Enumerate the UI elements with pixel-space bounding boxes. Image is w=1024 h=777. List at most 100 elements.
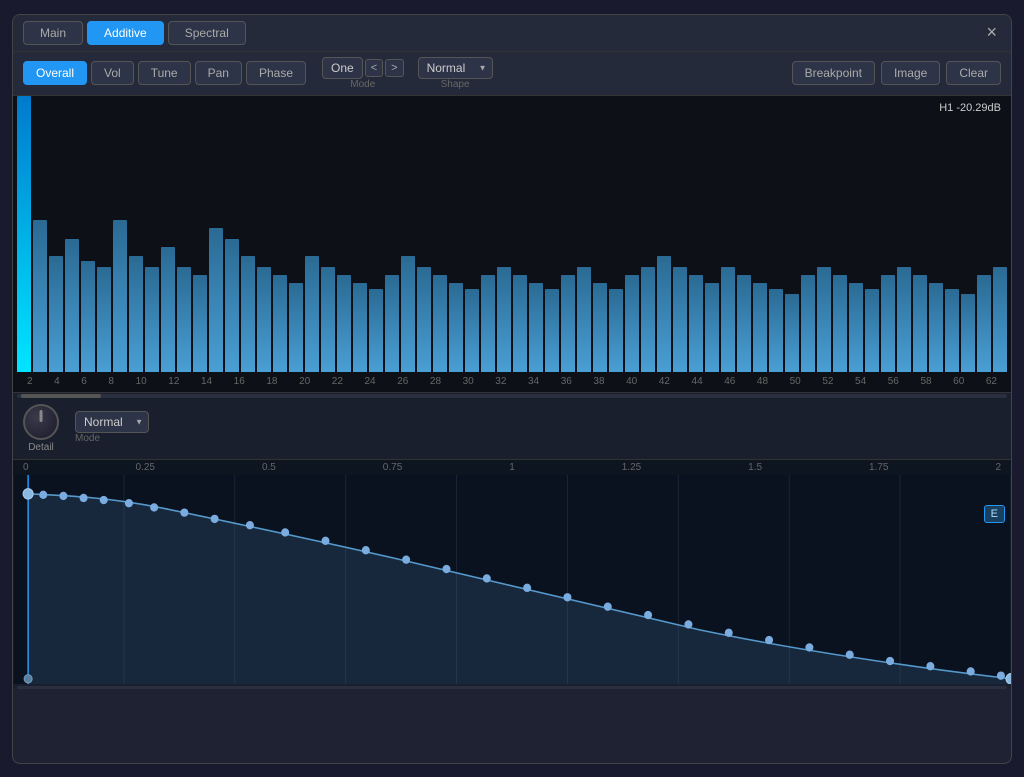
axis-number: 34 [528, 376, 539, 387]
tab-tune[interactable]: Tune [138, 61, 191, 85]
spectrum-bar-25[interactable] [417, 267, 431, 372]
spectrum-bar-52[interactable] [849, 283, 863, 371]
spectrum-bar-33[interactable] [545, 289, 559, 372]
detail-knob[interactable] [23, 404, 59, 440]
spectrum-bar-38[interactable] [625, 275, 639, 372]
spectrum-bar-54[interactable] [881, 275, 895, 372]
spectrum-bar-31[interactable] [513, 275, 527, 372]
axis-number: 16 [234, 376, 245, 387]
axis-number: 38 [593, 376, 604, 387]
spectrum-bar-45[interactable] [737, 275, 751, 372]
tab-phase[interactable]: Phase [246, 61, 306, 85]
spectrum-bar-61[interactable] [993, 267, 1007, 372]
spectrum-bar-36[interactable] [593, 283, 607, 371]
spectrum-canvas[interactable] [13, 96, 1011, 372]
nav-prev-button[interactable]: < [365, 59, 383, 77]
spectrum-bar-50[interactable] [817, 267, 831, 372]
spectrum-bar-39[interactable] [641, 267, 655, 372]
spectrum-bar-20[interactable] [337, 275, 351, 372]
breakpoint-button[interactable]: Breakpoint [792, 61, 875, 85]
tab-vol[interactable]: Vol [91, 61, 134, 85]
spectrum-bar-16[interactable] [273, 275, 287, 372]
spectrum-bar-35[interactable] [577, 267, 591, 372]
spectrum-bar-2[interactable] [49, 256, 63, 372]
clear-button[interactable]: Clear [946, 61, 1001, 85]
spectrum-bar-37[interactable] [609, 289, 623, 372]
axis-number: 2 [27, 376, 33, 387]
envelope-end-label[interactable]: E [984, 505, 1005, 523]
envelope-area[interactable]: 00.250.50.7511.251.51.752 [13, 459, 1011, 689]
spectrum-bar-10[interactable] [177, 267, 191, 372]
envelope-svg[interactable] [13, 475, 1011, 684]
spectrum-bar-48[interactable] [785, 294, 799, 371]
bars-container[interactable] [13, 96, 1011, 372]
image-button[interactable]: Image [881, 61, 940, 85]
mode-value: One [322, 57, 363, 79]
spectrum-bar-1[interactable] [33, 220, 47, 372]
spectrum-bar-8[interactable] [145, 267, 159, 372]
spectrum-bar-41[interactable] [673, 267, 687, 372]
spectrum-bar-3[interactable] [65, 239, 79, 371]
spectrum-bar-9[interactable] [161, 247, 175, 371]
spectrum-bar-4[interactable] [81, 261, 95, 371]
spectrum-bar-30[interactable] [497, 267, 511, 372]
spectrum-scrollbar[interactable] [13, 392, 1011, 400]
spectrum-bar-14[interactable] [241, 256, 255, 372]
spectrum-bar-46[interactable] [753, 283, 767, 371]
envelope-canvas[interactable]: E [13, 475, 1011, 684]
spectrum-bar-40[interactable] [657, 256, 671, 372]
spectrum-bar-53[interactable] [865, 289, 879, 372]
spectrum-area[interactable]: H1 -20.29dB 2468101214161820222426283032… [13, 96, 1011, 396]
spectrum-bar-17[interactable] [289, 283, 303, 371]
spectrum-bar-18[interactable] [305, 256, 319, 372]
spectrum-bar-51[interactable] [833, 275, 847, 372]
axis-number: 52 [822, 376, 833, 387]
spectrum-bar-22[interactable] [369, 289, 383, 372]
axis-number: 18 [266, 376, 277, 387]
spectrum-bar-43[interactable] [705, 283, 719, 371]
tab-overall[interactable]: Overall [23, 61, 87, 85]
tab-additive[interactable]: Additive [87, 21, 164, 45]
spectrum-bar-60[interactable] [977, 275, 991, 372]
spectrum-bar-32[interactable] [529, 283, 543, 371]
spectrum-bar-13[interactable] [225, 239, 239, 371]
spectrum-bar-55[interactable] [897, 267, 911, 372]
tab-main[interactable]: Main [23, 21, 83, 45]
env-axis-value: 1.75 [869, 462, 888, 473]
tab-spectral[interactable]: Spectral [168, 21, 246, 45]
spectrum-bar-47[interactable] [769, 289, 783, 372]
spectrum-bar-42[interactable] [689, 275, 703, 372]
spectrum-bar-49[interactable] [801, 275, 815, 372]
spectrum-bar-27[interactable] [449, 283, 463, 371]
spectrum-bar-28[interactable] [465, 289, 479, 372]
scroll-thumb[interactable] [21, 394, 101, 398]
spectrum-bar-44[interactable] [721, 267, 735, 372]
spectrum-bar-19[interactable] [321, 267, 335, 372]
spectrum-bar-5[interactable] [97, 267, 111, 372]
spectrum-bar-0[interactable] [17, 96, 31, 372]
spectrum-bar-11[interactable] [193, 275, 207, 372]
detail-knob-container: Detail [23, 404, 59, 453]
spectrum-bar-21[interactable] [353, 283, 367, 371]
spectrum-bar-29[interactable] [481, 275, 495, 372]
spectrum-bar-59[interactable] [961, 294, 975, 371]
spectrum-bar-23[interactable] [385, 275, 399, 372]
envelope-scrollbar[interactable] [13, 684, 1011, 689]
spectrum-bar-6[interactable] [113, 220, 127, 372]
spectrum-bar-56[interactable] [913, 275, 927, 372]
spectrum-bar-26[interactable] [433, 275, 447, 372]
detail-mode-select[interactable]: Normal Fine Smooth [75, 411, 149, 433]
spectrum-bar-58[interactable] [945, 289, 959, 372]
spectrum-bar-34[interactable] [561, 275, 575, 372]
tab-pan[interactable]: Pan [195, 61, 242, 85]
spectrum-bar-57[interactable] [929, 283, 943, 371]
spectrum-bar-15[interactable] [257, 267, 271, 372]
scroll-track [17, 394, 1007, 398]
close-button[interactable]: × [982, 22, 1001, 43]
spectrum-bar-24[interactable] [401, 256, 415, 372]
env-axis-value: 0.5 [262, 462, 276, 473]
spectrum-bar-12[interactable] [209, 228, 223, 372]
shape-select[interactable]: Normal Sine Saw Square Triangle [418, 57, 493, 79]
nav-next-button[interactable]: > [385, 59, 403, 77]
spectrum-bar-7[interactable] [129, 256, 143, 372]
